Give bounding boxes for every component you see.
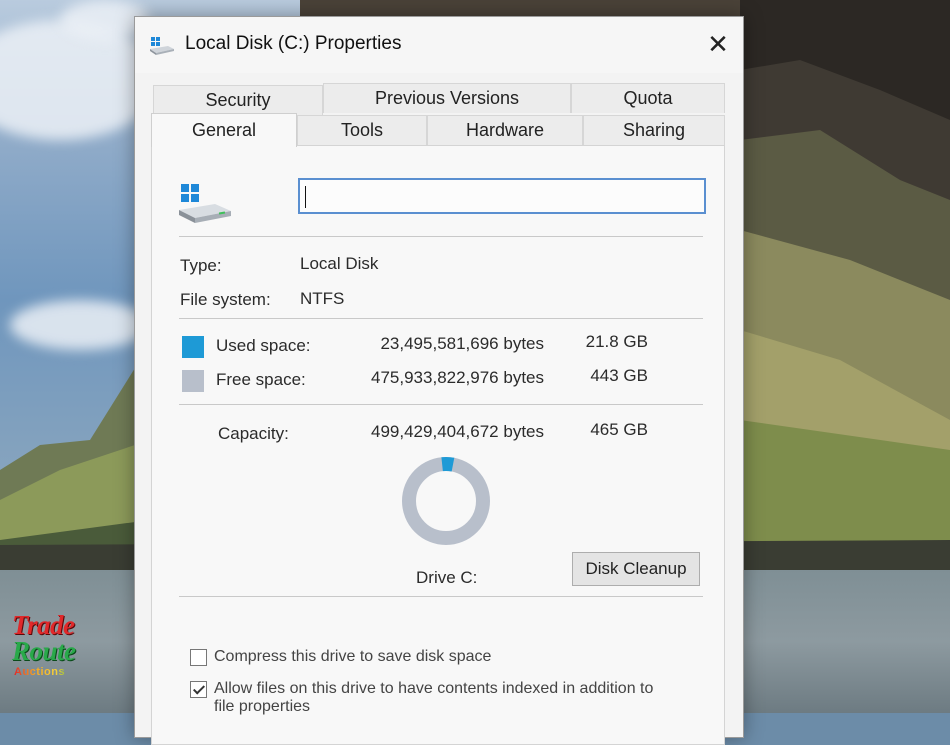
watermark-line-1: Trade — [12, 610, 75, 640]
separator — [179, 404, 703, 405]
close-icon: ✕ — [707, 28, 729, 59]
compress-option[interactable]: Compress this drive to save disk space — [190, 648, 491, 666]
index-option[interactable]: Allow files on this drive to have conten… — [190, 680, 653, 716]
type-label: Type: — [180, 256, 222, 275]
free-space-bytes: 475,933,822,976 bytes — [371, 368, 544, 387]
text-cursor — [305, 186, 306, 208]
tab-security[interactable]: Security — [153, 85, 323, 115]
free-space-size: 443 GB — [590, 366, 648, 385]
compress-label: Compress this drive to save disk space — [214, 648, 492, 665]
separator — [179, 318, 703, 319]
general-tab-panel: Type: Local Disk File system: NTFS Used … — [151, 145, 725, 745]
used-space-bytes: 23,495,581,696 bytes — [380, 334, 544, 353]
used-space-swatch — [182, 336, 204, 358]
compress-checkbox[interactable] — [190, 649, 207, 666]
index-label-continuation: file properties — [214, 698, 311, 715]
watermark-line-3: Auctions — [14, 666, 98, 678]
properties-dialog: Local Disk (C:) Properties ✕ Security Pr… — [134, 16, 744, 745]
watermark-line-2: Route — [12, 636, 76, 666]
drive-label: Drive C: — [416, 568, 478, 587]
capacity-label: Capacity: — [218, 424, 289, 443]
tab-label: Security — [205, 90, 271, 110]
tab-previous-versions[interactable]: Previous Versions — [323, 83, 571, 113]
disk-cleanup-button[interactable]: Disk Cleanup — [572, 552, 700, 586]
close-button[interactable]: ✕ — [695, 25, 741, 63]
drive-icon — [150, 37, 174, 55]
separator — [179, 596, 703, 597]
title-bar[interactable]: Local Disk (C:) Properties ✕ — [135, 17, 743, 73]
tab-label: Sharing — [622, 120, 686, 140]
tab-general[interactable]: General — [151, 113, 297, 147]
tab-label: Quota — [623, 88, 673, 108]
type-value: Local Disk — [300, 254, 379, 273]
tab-quota[interactable]: Quota — [571, 83, 725, 113]
tab-label: General — [191, 120, 257, 140]
file-system-label: File system: — [180, 290, 271, 309]
tab-label: Tools — [340, 120, 384, 140]
free-space-label: Free space: — [216, 370, 306, 389]
drive-name-input[interactable] — [298, 178, 706, 214]
dialog-title: Local Disk (C:) Properties — [185, 33, 402, 54]
index-label-block: Allow files on this drive to have conten… — [214, 680, 653, 716]
tab-hardware[interactable]: Hardware — [427, 115, 583, 145]
disk-usage-donut-chart — [402, 456, 490, 545]
index-label: Allow files on this drive to have conten… — [214, 680, 654, 697]
used-space-label: Used space: — [216, 336, 311, 355]
hard-drive-icon — [179, 184, 231, 223]
free-space-ring — [402, 457, 490, 545]
index-checkbox[interactable] — [190, 681, 207, 698]
free-space-swatch — [182, 370, 204, 392]
tab-label: Hardware — [465, 120, 545, 140]
separator — [179, 236, 703, 237]
tab-sharing[interactable]: Sharing — [583, 115, 725, 145]
file-system-value: NTFS — [300, 289, 345, 308]
used-space-size: 21.8 GB — [585, 332, 648, 351]
tab-tools[interactable]: Tools — [297, 115, 427, 145]
watermark-logo: Trade Route Auctions — [12, 610, 98, 679]
tab-label: Previous Versions — [374, 88, 520, 108]
capacity-bytes: 499,429,404,672 bytes — [371, 422, 544, 441]
capacity-size: 465 GB — [590, 420, 648, 439]
